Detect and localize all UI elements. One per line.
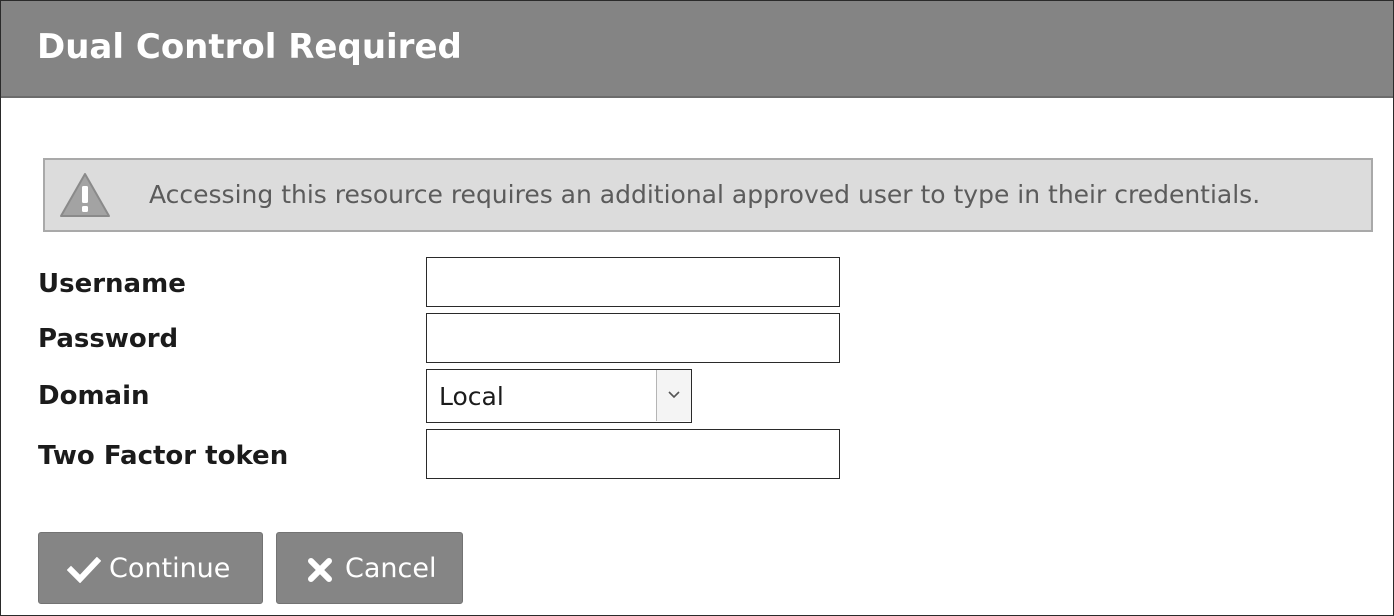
domain-select[interactable]: Local: [426, 369, 692, 423]
continue-button-label: Continue: [109, 553, 231, 584]
checkmark-icon: [67, 557, 101, 583]
username-input[interactable]: [426, 257, 840, 307]
two-factor-label: Two Factor token: [38, 441, 289, 471]
warning-icon: [60, 173, 110, 217]
two-factor-input[interactable]: [426, 429, 840, 479]
chevron-down-icon[interactable]: [656, 370, 691, 421]
warning-notice: Accessing this resource requires an addi…: [43, 158, 1373, 232]
notice-text: Accessing this resource requires an addi…: [149, 180, 1261, 209]
domain-select-value: Local: [439, 382, 504, 411]
x-icon: [308, 558, 332, 582]
dialog-title-bar: Dual Control Required: [1, 1, 1393, 98]
password-input[interactable]: [426, 313, 840, 363]
cancel-button[interactable]: Cancel: [276, 532, 463, 604]
dual-control-dialog: Dual Control Required Accessing this res…: [0, 0, 1394, 616]
username-label: Username: [38, 269, 186, 299]
dialog-title: Dual Control Required: [37, 27, 462, 67]
continue-button[interactable]: Continue: [38, 532, 263, 604]
domain-label: Domain: [38, 381, 150, 411]
cancel-button-label: Cancel: [345, 553, 437, 584]
password-label: Password: [38, 324, 179, 354]
